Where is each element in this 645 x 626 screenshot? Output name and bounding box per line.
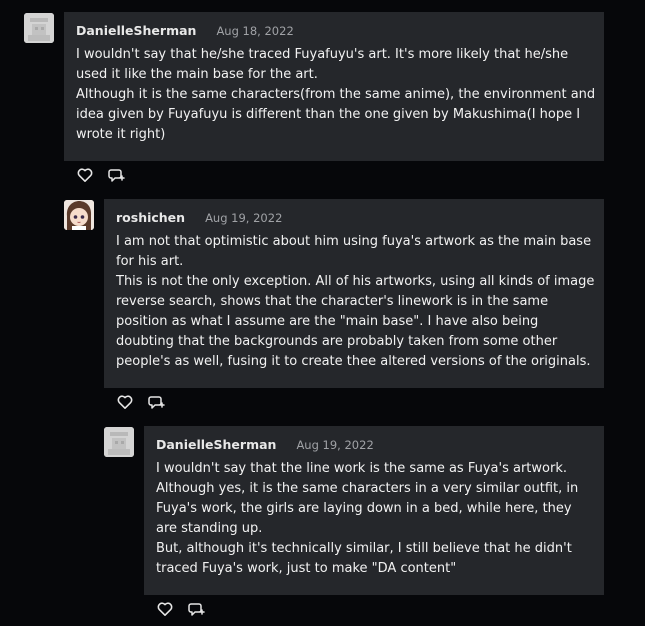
comment-bubble: roshichen Aug 19, 2022 I am not that opt… bbox=[104, 199, 604, 388]
comment-text-line: Although yes, it is the same characters … bbox=[156, 481, 579, 536]
deviantart-default-avatar-icon bbox=[104, 427, 134, 457]
comment-header: roshichen Aug 19, 2022 bbox=[116, 210, 282, 228]
like-button[interactable] bbox=[76, 166, 94, 184]
heart-icon bbox=[157, 602, 173, 616]
comment-header: DanielleSherman Aug 18, 2022 bbox=[76, 23, 294, 41]
avatar[interactable] bbox=[24, 13, 54, 43]
comment-text-line: I am not that optimistic about him using… bbox=[116, 234, 592, 269]
comment-text-line: Although it is the same characters(from … bbox=[76, 87, 596, 142]
comment-text-line: But, although it's technically similar, … bbox=[156, 541, 572, 576]
comment-date[interactable]: Aug 18, 2022 bbox=[216, 24, 293, 38]
reply-button[interactable] bbox=[108, 166, 126, 184]
comment-body: I wouldn't say that he/she traced Fuyafu… bbox=[76, 45, 596, 145]
like-button[interactable] bbox=[116, 393, 134, 411]
comment-actions bbox=[156, 600, 206, 618]
author-name[interactable]: DanielleSherman bbox=[76, 23, 196, 38]
comment-date[interactable]: Aug 19, 2022 bbox=[296, 438, 373, 452]
comment-text-line: I wouldn't say that the line work is the… bbox=[156, 461, 567, 476]
reply-speech-bubble-icon bbox=[148, 396, 165, 409]
comment-body: I am not that optimistic about him using… bbox=[116, 232, 596, 372]
comment-bubble: DanielleSherman Aug 18, 2022 I wouldn't … bbox=[64, 12, 604, 161]
comment-actions bbox=[76, 166, 126, 184]
comment-header: DanielleSherman Aug 19, 2022 bbox=[156, 437, 374, 455]
comment-bubble: DanielleSherman Aug 19, 2022 I wouldn't … bbox=[144, 426, 604, 595]
comment-text-line: I wouldn't say that he/she traced Fuyafu… bbox=[76, 47, 569, 82]
like-button[interactable] bbox=[156, 600, 174, 618]
reply-button[interactable] bbox=[188, 600, 206, 618]
reply-button[interactable] bbox=[148, 393, 166, 411]
author-name[interactable]: DanielleSherman bbox=[156, 437, 276, 452]
comment-text-line: This is not the only exception. All of h… bbox=[116, 274, 595, 369]
avatar[interactable] bbox=[104, 427, 134, 457]
reply-speech-bubble-icon bbox=[188, 603, 205, 616]
comment-body: I wouldn't say that the line work is the… bbox=[156, 459, 596, 579]
heart-icon bbox=[117, 395, 133, 409]
reply-speech-bubble-icon bbox=[108, 169, 125, 182]
author-name[interactable]: roshichen bbox=[116, 210, 185, 225]
deviantart-default-avatar-icon bbox=[24, 13, 54, 43]
avatar[interactable] bbox=[64, 200, 94, 230]
heart-icon bbox=[77, 168, 93, 182]
comment-date[interactable]: Aug 19, 2022 bbox=[205, 211, 282, 225]
comment-actions bbox=[116, 393, 166, 411]
anime-character-avatar-icon bbox=[64, 200, 94, 230]
